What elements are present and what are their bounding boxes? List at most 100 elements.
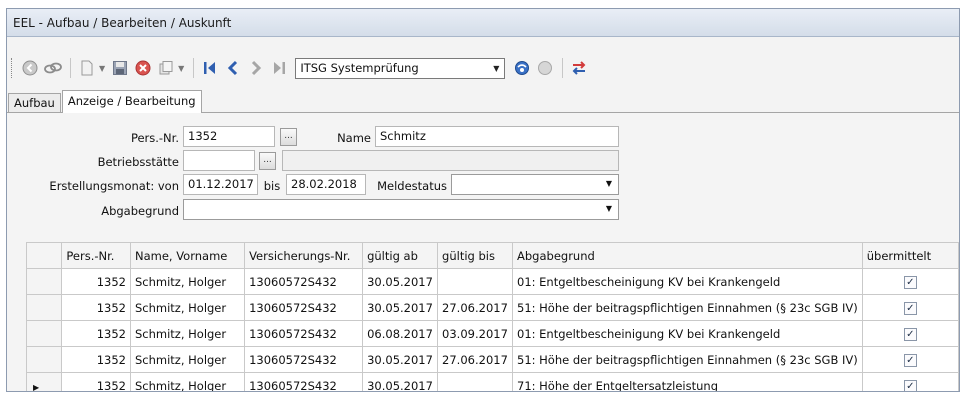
column-header-uebermittelt[interactable]: übermittelt <box>861 242 959 269</box>
abgabegrund-label: Abgabegrund <box>101 204 179 218</box>
cell-pers-nr[interactable]: 1352 <box>61 320 131 347</box>
cell-gueltig-bis[interactable] <box>437 268 513 295</box>
cell-versicherungs-nr[interactable]: 13060572S432 <box>244 346 364 373</box>
cell-name[interactable]: Schmitz, Holger <box>129 268 246 295</box>
cell-name[interactable]: Schmitz, Holger <box>129 320 246 347</box>
table-row[interactable]: 1352 Schmitz, Holger 13060572S432 30.05.… <box>25 268 959 295</box>
erstellungsmonat-label: Erstellungsmonat: von <box>49 179 179 193</box>
toolbar: ▼ ▼ ITSG Systemprüfung ▼ <box>7 53 959 83</box>
link-icon[interactable] <box>42 57 64 79</box>
cell-gueltig-ab[interactable]: 30.05.2017 <box>362 372 439 391</box>
cell-uebermittelt[interactable]: ✓ <box>861 346 959 373</box>
cell-gueltig-bis[interactable]: 27.06.2017 <box>437 294 513 321</box>
chevron-down-icon[interactable]: ▼ <box>606 204 612 213</box>
chevron-down-icon[interactable]: ▼ <box>178 64 184 73</box>
chevron-down-icon[interactable]: ▼ <box>488 64 504 73</box>
toolbar-separator <box>70 58 71 78</box>
toolbar-separator <box>562 58 564 78</box>
cell-gueltig-bis[interactable]: 27.06.2017 <box>437 346 513 373</box>
tab-bar: Aufbau Anzeige / Bearbeitung <box>7 90 959 113</box>
first-record-icon[interactable] <box>199 57 221 79</box>
previous-record-icon[interactable] <box>222 57 244 79</box>
pers-nr-lookup-button[interactable]: ... <box>280 128 297 146</box>
system-select[interactable]: ITSG Systemprüfung ▼ <box>295 57 506 79</box>
table-row[interactable]: 1352 Schmitz, Holger 13060572S432 06.08.… <box>25 320 959 347</box>
save-icon[interactable] <box>109 57 131 79</box>
column-header-pers-nr[interactable]: Pers.-Nr. <box>61 242 131 269</box>
toolbar-grip[interactable] <box>11 58 14 78</box>
row-indicator[interactable]: ▶ <box>25 372 63 391</box>
table-row[interactable]: 1352 Schmitz, Holger 13060572S432 30.05.… <box>25 294 959 321</box>
cell-pers-nr[interactable]: 1352 <box>61 372 131 391</box>
run-icon[interactable] <box>511 57 533 79</box>
row-indicator[interactable] <box>25 294 63 321</box>
uebermittelt-checkbox[interactable]: ✓ <box>903 302 917 315</box>
cell-pers-nr[interactable]: 1352 <box>61 346 131 373</box>
cell-uebermittelt[interactable]: ✓ <box>861 294 959 321</box>
column-header-gueltig-bis[interactable]: gültig bis <box>437 242 513 269</box>
cell-abgabegrund[interactable]: 01: Entgeltbescheinigung KV bei Krankeng… <box>512 320 863 347</box>
cell-uebermittelt[interactable]: ✓ <box>861 268 959 295</box>
cell-name[interactable]: Schmitz, Holger <box>129 294 246 321</box>
meldestatus-label: Meldestatus <box>377 179 447 193</box>
cell-uebermittelt[interactable]: ✓ <box>861 320 959 347</box>
meldungen-table: Pers.-Nr. Name, Vorname Versicherungs-Nr… <box>25 242 959 391</box>
cell-gueltig-ab[interactable]: 30.05.2017 <box>362 346 439 373</box>
cell-pers-nr[interactable]: 1352 <box>61 294 131 321</box>
uebermittelt-checkbox[interactable]: ✓ <box>903 328 917 341</box>
last-record-icon[interactable] <box>268 57 290 79</box>
table-row[interactable]: 1352 Schmitz, Holger 13060572S432 30.05.… <box>25 346 959 373</box>
cell-uebermittelt[interactable]: ✓ <box>861 372 959 391</box>
cell-gueltig-ab[interactable]: 30.05.2017 <box>362 268 439 295</box>
copy-icon[interactable] <box>155 57 177 79</box>
betriebsstaette-field[interactable] <box>183 150 255 171</box>
column-header-abgabegrund[interactable]: Abgabegrund <box>512 242 863 269</box>
cell-pers-nr[interactable]: 1352 <box>61 268 131 295</box>
tab-anzeige-bearbeitung[interactable]: Anzeige / Bearbeitung <box>61 90 202 113</box>
meldestatus-select[interactable]: ▼ <box>451 174 619 195</box>
pers-nr-label: Pers.-Nr. <box>130 131 179 145</box>
pers-nr-field[interactable]: 1352 <box>183 126 275 147</box>
name-field[interactable]: Schmitz <box>375 126 619 147</box>
cell-name[interactable]: Schmitz, Holger <box>129 346 246 373</box>
application-window: EEL - Aufbau / Bearbeiten / Auskunft ▼ ▼ <box>6 8 960 392</box>
cell-versicherungs-nr[interactable]: 13060572S432 <box>244 268 364 295</box>
cell-gueltig-ab[interactable]: 06.08.2017 <box>362 320 439 347</box>
cell-gueltig-ab[interactable]: 30.05.2017 <box>362 294 439 321</box>
cell-abgabegrund[interactable]: 51: Höhe der beitragspflichtigen Einnahm… <box>512 294 863 321</box>
row-indicator-header <box>25 242 63 269</box>
uebermittelt-checkbox[interactable]: ✓ <box>903 354 917 367</box>
chevron-down-icon[interactable]: ▼ <box>99 64 105 73</box>
stop-icon[interactable] <box>534 57 556 79</box>
chevron-down-icon[interactable]: ▼ <box>606 179 612 188</box>
column-header-versicherungs-nr[interactable]: Versicherungs-Nr. <box>244 242 364 269</box>
betriebsstaette-label: Betriebsstätte <box>97 155 179 169</box>
next-record-icon[interactable] <box>245 57 267 79</box>
betriebsstaette-lookup-button[interactable]: ... <box>259 152 276 170</box>
back-icon[interactable] <box>19 57 41 79</box>
row-indicator[interactable] <box>25 346 63 373</box>
cell-versicherungs-nr[interactable]: 13060572S432 <box>244 320 364 347</box>
cell-versicherungs-nr[interactable]: 13060572S432 <box>244 294 364 321</box>
tab-aufbau[interactable]: Aufbau <box>8 93 61 113</box>
transfer-icon[interactable] <box>568 57 590 79</box>
uebermittelt-checkbox[interactable]: ✓ <box>903 276 917 289</box>
row-indicator[interactable] <box>25 268 63 295</box>
column-header-name[interactable]: Name, Vorname <box>129 242 246 269</box>
cell-abgabegrund[interactable]: 71: Höhe der Entgeltersatzleistung <box>512 372 863 391</box>
cell-name[interactable]: Schmitz, Holger <box>129 372 246 391</box>
row-indicator[interactable] <box>25 320 63 347</box>
cell-gueltig-bis[interactable] <box>437 372 513 391</box>
cell-gueltig-bis[interactable]: 03.09.2017 <box>437 320 513 347</box>
abgabegrund-select[interactable]: ▼ <box>183 199 619 220</box>
uebermittelt-checkbox[interactable]: ✓ <box>903 380 917 391</box>
new-document-icon[interactable] <box>76 57 98 79</box>
cell-abgabegrund[interactable]: 01: Entgeltbescheinigung KV bei Krankeng… <box>512 268 863 295</box>
column-header-gueltig-ab[interactable]: gültig ab <box>362 242 439 269</box>
cell-abgabegrund[interactable]: 51: Höhe der beitragspflichtigen Einnahm… <box>512 346 863 373</box>
delete-icon[interactable] <box>132 57 154 79</box>
cell-versicherungs-nr[interactable]: 13060572S432 <box>244 372 364 391</box>
erstellungsmonat-bis-field[interactable]: 28.02.2018 <box>286 174 366 195</box>
table-row[interactable]: ▶ 1352 Schmitz, Holger 13060572S432 30.0… <box>25 372 959 391</box>
erstellungsmonat-von-field[interactable]: 01.12.2017 <box>183 174 258 195</box>
